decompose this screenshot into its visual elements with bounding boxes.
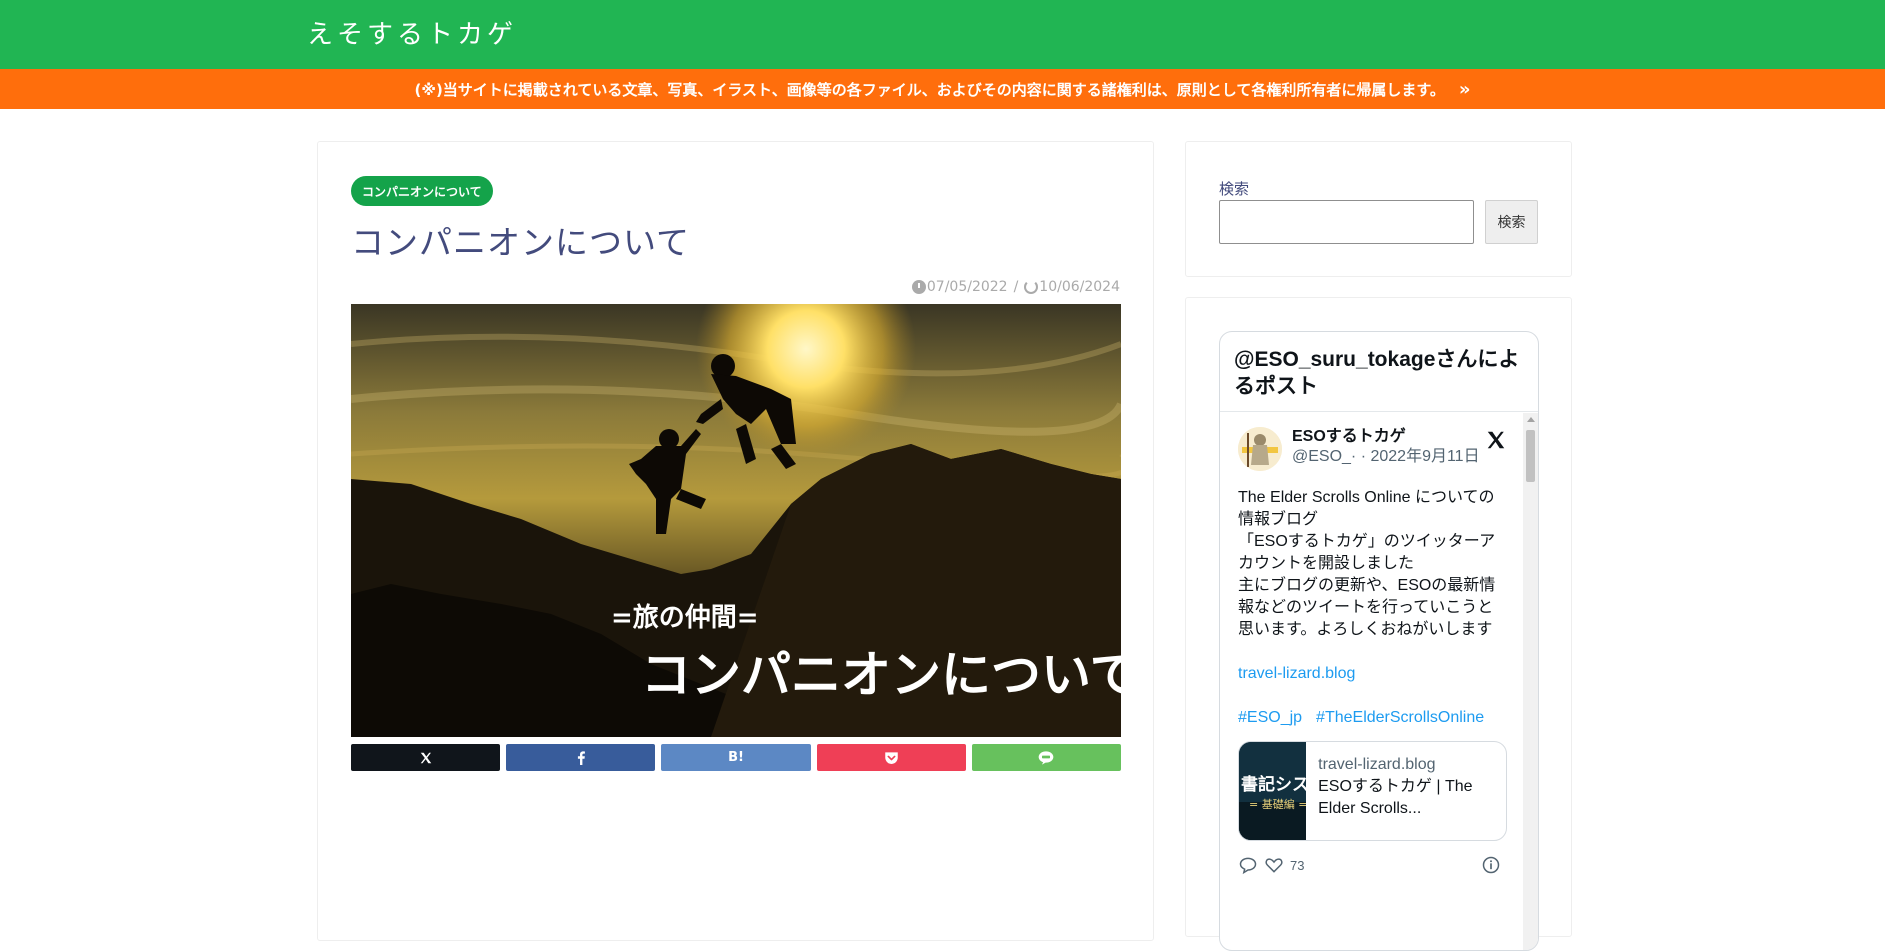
category-badge[interactable]: コンパニオンについて [351,176,493,206]
search-widget: 検索 検索 [1185,141,1572,277]
info-icon[interactable] [1481,855,1501,875]
search-label: 検索 [1219,180,1250,198]
card-title: ESOするトカゲ | The Elder Scrolls... [1318,778,1473,817]
site-title[interactable]: えそするトカゲ [307,14,517,51]
card-thumbnail: 書記システ = 基礎編 = [1239,742,1307,840]
updated-date: 10/06/2024 [1039,279,1120,295]
x-timeline-embed: @ESO_suru_tokageさんによるポスト ESOするトカゲ @ESO_·… [1219,331,1539,951]
timeline-scrollbar[interactable] [1523,413,1538,950]
eyecatch-image: =旅の仲間= コンパニオンについて [351,304,1121,737]
heart-icon[interactable] [1264,855,1284,875]
hatena-label: B! [728,750,744,765]
search-input[interactable] [1219,200,1474,244]
scrollbar-thumb[interactable] [1526,430,1535,482]
post-title: コンパニオンについて [351,223,691,262]
post-actions: 73 [1238,855,1507,875]
article-card: コンパニオンについて コンパニオンについて 07/05/2022 / 10/06… [317,141,1154,941]
share-pocket-button[interactable] [816,744,966,771]
timeline-header[interactable]: @ESO_suru_tokageさんによるポスト [1220,332,1538,412]
share-line-button[interactable] [971,744,1122,771]
link-preview-card[interactable]: 書記システ = 基礎編 = travel-lizard.blog ESOするトカ… [1238,741,1507,841]
clock-icon [911,280,926,294]
post-author-name[interactable]: ESOするトカゲ [1292,427,1480,447]
post-link[interactable]: travel-lizard.blog [1238,663,1507,685]
post-text: The Elder Scrolls Online についての情報ブログ 「ESO… [1238,489,1496,638]
line-icon [1039,750,1054,765]
post-dates: 07/05/2022 / 10/06/2024 [911,279,1120,295]
chevron-right-icon: » [1458,78,1471,100]
post-author[interactable]: ESOするトカゲ @ESO_· · 2022年9月11日 [1238,427,1507,479]
notice-bar[interactable]: (※)当サイトに掲載されている文章、写真、イラスト、画像等の各ファイル、およびそ… [0,69,1885,109]
avatar[interactable] [1238,427,1282,471]
share-hatena-button[interactable]: B! [661,744,811,771]
pocket-icon [884,751,898,764]
eyecatch-title: コンパニオンについて [641,646,1121,704]
share-buttons: B! [351,744,1122,771]
card-thumb-text: 書記システ [1241,774,1306,795]
reply-icon[interactable] [1238,855,1258,875]
eyecatch-subtitle: =旅の仲間= [611,603,759,633]
published-date: 07/05/2022 [926,279,1008,295]
notice-text: (※)当サイトに掲載されている文章、写真、イラスト、画像等の各ファイル、およびそ… [414,80,1445,99]
search-button[interactable]: 検索 [1485,200,1538,244]
site-header: えそするトカゲ [0,0,1885,69]
lizard-avatar-icon [1238,427,1282,471]
share-x-button[interactable] [351,744,501,771]
post-hashtags: #ESO_jp #TheElderScrollsOnline [1238,707,1507,729]
timeline-post[interactable]: ESOするトカゲ @ESO_· · 2022年9月11日 The Elder S… [1220,413,1525,950]
updated-icon [1024,280,1039,294]
card-text: travel-lizard.blog ESOするトカゲ | The Elder … [1306,742,1506,840]
hashtag-link[interactable]: #ESO_jp [1238,707,1302,729]
post-author-names: ESOするトカゲ @ESO_· · 2022年9月11日 [1292,427,1480,467]
date-separator: / [1013,279,1019,295]
like-count: 73 [1290,857,1305,873]
x-logo-icon [420,752,431,763]
card-domain: travel-lizard.blog [1318,756,1436,773]
scroll-up-arrow[interactable] [1527,417,1535,422]
card-thumb-sub: = 基礎編 = [1249,797,1306,811]
share-facebook-button[interactable] [506,744,656,771]
post-author-meta[interactable]: @ESO_· · 2022年9月11日 [1292,447,1480,467]
x-logo-icon[interactable] [1485,429,1507,451]
facebook-icon [577,750,585,765]
hashtag-link[interactable]: #TheElderScrollsOnline [1316,707,1484,729]
timeline-widget: @ESO_suru_tokageさんによるポスト ESOするトカゲ @ESO_·… [1185,297,1572,951]
